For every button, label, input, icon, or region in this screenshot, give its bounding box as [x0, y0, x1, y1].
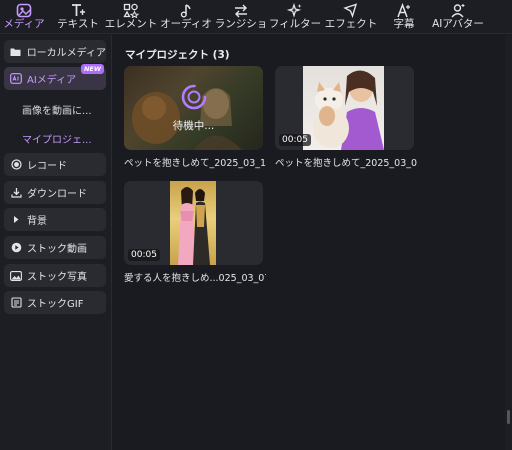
sidebar-item-record[interactable]: レコード [4, 153, 106, 176]
sidebar-item-label: 背景 [27, 216, 47, 227]
sidebar: ローカルメディア AIメディア NEW 画像を動画に... マイプロジェ... … [0, 35, 112, 450]
sidebar-item-label: ローカルメディア [26, 48, 106, 59]
folder-icon [10, 46, 22, 58]
project-thumbnail [170, 181, 216, 265]
toolbar-ai-avatar[interactable]: AIアバター [428, 0, 488, 34]
toolbar-element[interactable]: エレメント [104, 0, 158, 34]
toolbar-caption[interactable]: 字幕 [388, 0, 420, 34]
sidebar-item-ai-media[interactable]: AIメディア NEW [4, 64, 106, 90]
project-card[interactable]: 00:05 [124, 181, 263, 265]
sidebar-subitem-my-projects[interactable]: マイプロジェ... [22, 131, 92, 146]
sidebar-item-label: ストック写真 [27, 272, 87, 283]
duration-badge: 00:05 [128, 249, 160, 261]
filter-icon [287, 0, 303, 18]
sidebar-item-label: ダウンロード [27, 189, 87, 200]
gif-icon [10, 297, 22, 309]
pending-status: 待機中... [172, 120, 215, 132]
toolbar-text-label: テキスト [57, 18, 99, 30]
caret-right-icon [10, 214, 22, 226]
toolbar-effect[interactable]: エフェクト [324, 0, 378, 34]
audio-icon [178, 0, 194, 18]
project-card-title: 愛する人を抱きしめ...025_03_07 [124, 273, 266, 284]
toolbar-element-label: エレメント [104, 18, 158, 30]
sidebar-item-label: ストックGIF [27, 299, 84, 310]
toolbar-filter[interactable]: フィルター [268, 0, 322, 34]
sidebar-item-background[interactable]: 背景 [4, 208, 106, 231]
toolbar-transition-label: トランジション [216, 18, 266, 30]
effect-icon [343, 0, 359, 18]
sidebar-item-download[interactable]: ダウンロード [4, 181, 106, 204]
record-icon [10, 159, 22, 171]
transition-icon [233, 0, 249, 18]
loading-spinner-icon [180, 83, 208, 115]
sidebar-item-stock-video[interactable]: ストック動画 [4, 236, 106, 259]
new-badge: NEW [80, 64, 104, 74]
caption-icon [396, 0, 412, 18]
toolbar-filter-label: フィルター [268, 18, 322, 30]
project-card-title: ペットを抱きしめて_2025_03_07 [275, 158, 417, 169]
toolbar-media-label: メディア [3, 18, 45, 30]
text-icon [70, 0, 86, 18]
sidebar-item-local-media[interactable]: ローカルメディア [4, 40, 106, 63]
scrollbar-track[interactable] [505, 35, 512, 450]
element-icon [123, 0, 139, 18]
toolbar-audio-label: オーディオ [160, 18, 212, 30]
sidebar-item-label: ストック動画 [27, 244, 87, 255]
sidebar-subitem-image-to-video[interactable]: 画像を動画に... [22, 102, 92, 117]
photo-icon [10, 270, 22, 282]
sidebar-item-stock-gif[interactable]: ストックGIF [4, 291, 106, 314]
project-card[interactable]: 待機中... [124, 66, 263, 150]
media-icon [16, 0, 32, 18]
scrollbar-thumb[interactable] [507, 410, 510, 424]
video-icon [10, 242, 22, 254]
toolbar-media[interactable]: メディア [3, 0, 45, 34]
project-card-title: ペットを抱きしめて_2025_03_10 [124, 158, 266, 169]
ai-media-icon [10, 73, 22, 85]
project-card[interactable]: 00:05 [275, 66, 414, 150]
top-toolbar: メディア テキスト エレメント オーディオ トランジション フィルター エフ [0, 0, 512, 34]
sidebar-item-label: AIメディア [27, 75, 77, 86]
download-icon [10, 187, 22, 199]
toolbar-transition[interactable]: トランジション [216, 0, 266, 34]
section-title: マイプロジェクト (3) [125, 49, 230, 61]
toolbar-caption-label: 字幕 [393, 18, 415, 30]
duration-badge: 00:05 [279, 134, 311, 146]
main-panel: マイプロジェクト (3) 待機中... ペットを抱きしめて_2025_03_10 [113, 35, 505, 450]
toolbar-audio[interactable]: オーディオ [158, 0, 214, 34]
toolbar-text[interactable]: テキスト [56, 0, 100, 34]
sidebar-item-label: レコード [27, 161, 67, 172]
sidebar-item-stock-photo[interactable]: ストック写真 [4, 264, 106, 287]
project-thumbnail [303, 66, 384, 150]
toolbar-ai-avatar-label: AIアバター [432, 18, 484, 30]
toolbar-effect-label: エフェクト [324, 18, 378, 30]
ai-avatar-icon [450, 0, 466, 18]
